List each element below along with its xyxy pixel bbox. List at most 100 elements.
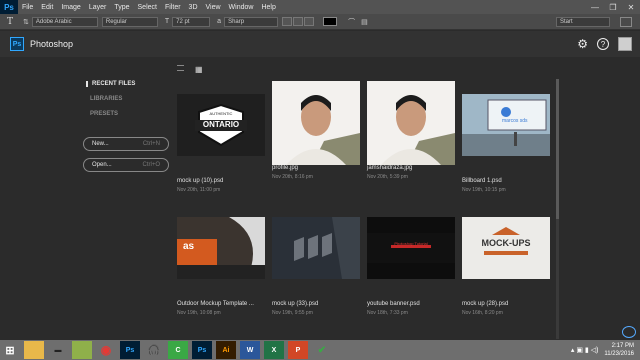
file-thumbnail: marcos sds [462,94,550,156]
thumb-subtext: AUTHENTIC [209,111,233,116]
menu-select[interactable]: Select [134,4,161,11]
file-name: mock up (28).psd [462,301,509,307]
billboard-icon [462,99,550,156]
recent-file-card[interactable]: profile.jpg Nov 20th, 8:16 pm [272,81,360,180]
thumb-text: MOCK-UPS [481,238,531,248]
menu-type[interactable]: Type [110,4,133,11]
menu-3d[interactable]: 3D [185,4,202,11]
stone-logo-icon [294,217,360,279]
menu-window[interactable]: Window [225,4,258,11]
help-icon[interactable]: ? [597,38,609,50]
photoshop-alt-taskbar-icon[interactable]: Ps [192,341,212,359]
start-workspace: RECENT FILES LIBRARIES PRESETS New... Ct… [0,57,640,340]
font-family-select[interactable]: Adobe Arabic [31,16,98,27]
menu-layer[interactable]: Layer [85,4,111,11]
photoshop-logo-icon: Ps [0,0,18,14]
system-tray: ▴ ▣ ▮ ◁) 2:17 PM 11/23/2016 [571,342,640,358]
menu-help[interactable]: Help [257,4,279,11]
thumb-text: ONTARIO [202,120,240,129]
file-name: mock up (33).psd [272,301,319,307]
file-name: Outdoor Mockup Template ... [177,301,254,307]
portrait-photo-icon [286,95,360,165]
workspace-select[interactable]: Start [556,16,610,27]
app-title: Photoshop [30,39,74,49]
align-right-button[interactable] [304,17,315,26]
orientation-toggle-icon[interactable]: ⇅ [23,18,29,26]
list-view-icon[interactable] [177,65,184,71]
file-date: Nov 19th, 10:15 pm [462,187,506,193]
text-color-swatch[interactable] [323,17,338,26]
antialias-select[interactable]: Sharp [224,16,279,27]
illustrator-taskbar-icon[interactable]: Ai [216,341,236,359]
sidebar-item-recent-files[interactable]: RECENT FILES [86,81,135,87]
file-thumbnail: as [177,217,265,279]
recent-file-card[interactable]: as Outdoor Mockup Template ... Nov 19th,… [177,217,265,316]
word-icon[interactable]: W [240,341,260,359]
start-header: Ps Photoshop ⚙ ? [0,31,640,57]
file-date: Nov 18th, 7:33 pm [367,310,408,316]
sidebar-item-libraries[interactable]: LIBRARIES [86,96,135,102]
watermark-logo [622,326,636,338]
minimize-button[interactable]: — [586,0,604,14]
checkmark-app-icon[interactable]: ✔ [312,341,332,359]
warp-text-icon[interactable]: ⌒ [348,17,355,27]
font-style-select[interactable]: Regular [101,16,158,27]
sidebar-nav: RECENT FILES LIBRARIES PRESETS [86,81,135,126]
options-bar: T ⇅ Adobe Arabic Regular T 72 pt a Sharp… [0,14,640,30]
file-thumbnail: ONTARIO AUTHENTIC [177,94,265,156]
antialias-icon: a [217,18,222,25]
file-name: jamshaidraza.jpg [367,165,413,171]
character-panel-icon[interactable]: ▤ [361,18,368,26]
thumb-text: as [183,241,195,252]
menu-image[interactable]: Image [57,4,84,11]
type-tool-icon[interactable]: T [0,17,20,27]
file-date: Nov 19th, 10:08 pm [177,310,221,316]
powerpoint-icon[interactable]: P [288,341,308,359]
clock-time: 2:17 PM [611,343,634,349]
file-date: Nov 19th, 9:55 pm [272,310,313,316]
recent-file-card[interactable]: Photoshop Tutorial youtube banner.psd No… [367,217,455,316]
camtasia-icon[interactable]: C [168,341,188,359]
menu-view[interactable]: View [202,4,225,11]
banner-icon [367,233,455,263]
tray-icons[interactable]: ▴ ▣ ▮ ◁) [571,346,599,354]
clock-date: 11/23/2016 [604,351,634,357]
photoshop-taskbar-icon[interactable]: Ps [120,341,140,359]
file-name: profile.jpg [272,165,299,171]
headphones-app-icon[interactable]: 🎧 [144,341,164,359]
panel-toggle-icon[interactable] [620,16,632,27]
close-button[interactable]: ✕ [622,0,640,14]
thumb-text: marcos sds [502,118,528,124]
file-name: mock up (10).psd [177,178,224,184]
file-explorer-icon[interactable] [24,341,44,359]
sidebar-item-presets[interactable]: PRESETS [86,111,135,117]
new-button[interactable]: New... Ctrl+N [83,137,169,151]
font-size-select[interactable]: 72 pt [172,16,211,27]
recent-file-card[interactable]: marcos sds Billboard 1.psd Nov 19th, 10:… [462,94,550,193]
scrollbar-thumb[interactable] [556,79,559,219]
menu-edit[interactable]: Edit [37,4,57,11]
align-left-button[interactable] [282,17,293,26]
scrollbar[interactable] [556,79,559,339]
recent-file-card[interactable]: MOCK-UPS mock up (28).psd Nov 16th, 8:20… [462,217,550,316]
recent-file-card[interactable]: jamshaidraza.jpg Nov 20th, 5:39 pm [367,81,455,180]
menu-filter[interactable]: Filter [161,4,185,11]
file-thumbnail: Photoshop Tutorial [367,217,455,279]
grid-view-icon[interactable]: ▦ [195,65,203,74]
recent-file-card[interactable]: ONTARIO AUTHENTIC mock up (10).psd Nov 2… [177,94,265,193]
clock[interactable]: 2:17 PM 11/23/2016 [604,342,634,358]
keyboard-app-icon[interactable]: ▬ [48,341,68,359]
photos-app-icon[interactable] [72,341,92,359]
gear-icon[interactable]: ⚙ [577,37,588,51]
photoshop-badge-icon: Ps [10,37,24,51]
open-button[interactable]: Open... Ctrl+O [83,158,169,172]
avatar[interactable] [618,37,632,51]
file-thumbnail: MOCK-UPS [462,217,550,279]
excel-icon[interactable]: X [264,341,284,359]
chrome-icon[interactable]: ◉ [96,341,116,359]
recent-file-card[interactable]: mock up (33).psd Nov 19th, 9:55 pm [272,217,360,316]
restore-button[interactable]: ❐ [604,0,622,14]
align-center-button[interactable] [293,17,304,26]
menu-file[interactable]: File [18,4,37,11]
start-button[interactable]: ⊞ [0,341,20,359]
